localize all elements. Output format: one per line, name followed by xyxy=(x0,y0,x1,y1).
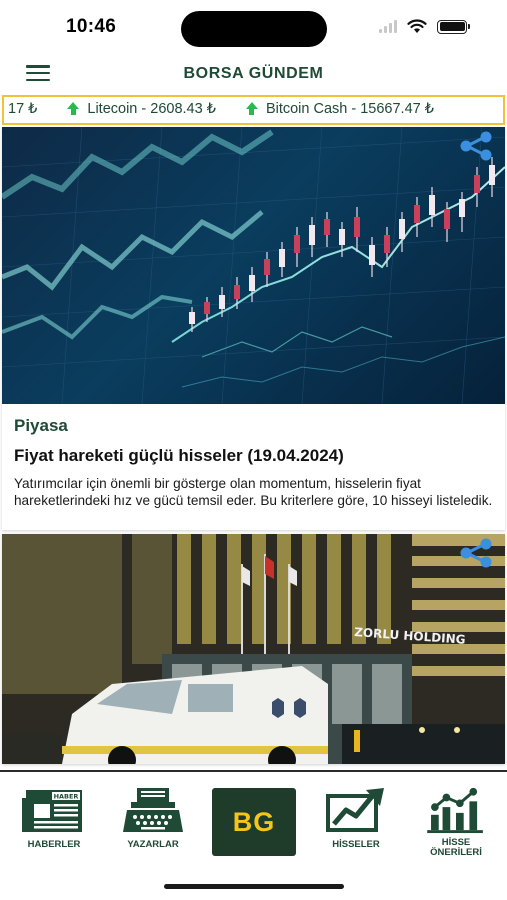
share-icon[interactable] xyxy=(459,131,493,161)
article-title[interactable]: Fiyat hareketi güçlü hisseler (19.04.202… xyxy=(14,446,493,466)
nav-label: HİSSELER xyxy=(332,839,380,850)
typewriter-icon xyxy=(123,788,183,832)
share-icon[interactable] xyxy=(459,538,493,568)
nav-item-haberler[interactable]: HABER HABERLER xyxy=(13,786,95,858)
bottom-nav: HABER HABERLER YAZARLAR BG HİSSELER HİSS… xyxy=(0,770,507,862)
newspaper-icon: HABER xyxy=(22,790,82,832)
bar-line-chart-icon xyxy=(427,787,483,834)
nav-label: HİSSE ÖNERİLERİ xyxy=(430,837,482,858)
trend-chart-icon xyxy=(326,788,384,832)
ticker-item: Bitcoin Cash - 15667.47 ₺ xyxy=(245,101,434,117)
app-title: BORSA GÜNDEM xyxy=(183,65,324,82)
app-header: BORSA GÜNDEM xyxy=(0,52,507,94)
ticker-item-text: Litecoin - 2608.43 ₺ xyxy=(87,101,216,117)
battery-icon xyxy=(437,19,470,34)
card-body: Piyasa Fiyat hareketi güçlü hisseler (19… xyxy=(2,404,505,509)
article-summary: Yatırımcılar için önemli bir gösterge ol… xyxy=(14,476,493,508)
ticker-item-text: Bitcoin Cash - 15667.47 ₺ xyxy=(265,101,434,117)
article-category[interactable]: Piyasa xyxy=(14,416,493,436)
up-arrow-icon xyxy=(67,102,80,116)
status-bar: 10:46 xyxy=(0,0,507,52)
ticker-track: 17 ₺ Litecoin - 2608.43 ₺ Bitcoin Cash -… xyxy=(8,101,464,117)
ticker-item-text: 17 ₺ xyxy=(8,101,38,117)
nav-item-hisse-onerileri[interactable]: HİSSE ÖNERİLERİ xyxy=(415,786,497,858)
news-card[interactable]: Piyasa Fiyat hareketi güçlü hisseler (19… xyxy=(2,127,505,530)
news-card[interactable]: ZORLU HOLDING xyxy=(2,534,505,764)
ticker-item: 17 ₺ xyxy=(8,101,37,117)
nav-label: HABERLER xyxy=(27,839,81,850)
dynamic-island xyxy=(181,11,327,47)
nav-item-yazarlar[interactable]: YAZARLAR xyxy=(112,786,194,858)
stock-chart-photo xyxy=(2,127,505,404)
price-ticker: 17 ₺ Litecoin - 2608.43 ₺ Bitcoin Cash -… xyxy=(2,95,505,125)
up-arrow-icon xyxy=(245,102,258,116)
nav-item-hisseler[interactable]: HİSSELER xyxy=(315,786,397,858)
home-logo-button[interactable]: BG xyxy=(212,788,296,856)
newspaper-masthead: HABER xyxy=(54,793,79,801)
logo-text: BG xyxy=(232,806,276,837)
status-icons xyxy=(379,19,470,34)
home-indicator xyxy=(164,884,344,889)
nav-label: YAZARLAR xyxy=(127,839,179,850)
ticker-item: Litecoin - 2608.43 ₺ xyxy=(67,101,216,117)
wifi-icon xyxy=(407,19,427,33)
status-time: 10:46 xyxy=(66,16,117,37)
signal-icon xyxy=(379,20,397,33)
zorlu-holding-building-photo: ZORLU HOLDING xyxy=(2,534,505,764)
